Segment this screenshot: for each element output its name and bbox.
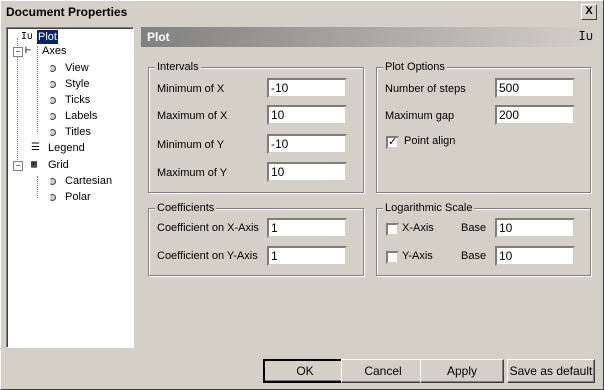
tree-item-style[interactable]: Style [49,77,90,91]
max-x-label: Maximum of X [157,110,228,122]
cancel-button[interactable]: Cancel [341,359,425,383]
tree-item-label: Plot [37,30,58,44]
min-y-input[interactable]: -10 [267,134,347,154]
gap-input[interactable]: 200 [495,105,575,125]
tree-item-label: View [65,62,89,74]
coef-y-label: Coefficient on Y-Axis [157,250,258,262]
group-title: Plot Options [383,61,447,73]
tree-item-label: Titles [65,126,91,138]
tree-item-label: Cartesian [65,175,113,187]
tree-item-label: Labels [65,110,98,122]
tree-item-label: Style [65,78,90,90]
coef-y-input[interactable]: 1 [267,246,347,266]
collapse-axes-icon[interactable]: − [13,47,23,57]
log-y-base-input[interactable]: 10 [495,246,575,266]
leaf-bullet-icon [49,128,56,136]
tree-item-polar[interactable]: Polar [49,190,92,204]
tree-item-legend[interactable]: ☰ Legend [31,141,86,155]
intervals-group: Intervals Minimum of X -10 Maximum of X … [148,61,364,193]
point-align-label: Point align [404,135,456,147]
tree-item-ticks[interactable]: Ticks [49,93,91,107]
tree-item-axes[interactable]: ⊢ Axes [25,44,67,58]
apply-button[interactable]: Apply [420,359,504,383]
title-bar[interactable]: Document Properties X [3,3,601,21]
ok-button[interactable]: OK [263,359,347,383]
min-y-label: Minimum of Y [157,139,225,151]
plot-icon: I∪ [21,31,34,42]
tree-item-label: Legend [48,142,85,154]
log-y-checkbox[interactable] [386,251,399,264]
leaf-bullet-icon [49,112,56,120]
min-x-label: Minimum of X [157,83,225,95]
tree-line [37,46,38,132]
tree-item-grid[interactable]: ▦ Grid [31,158,70,172]
legend-icon: ☰ [31,142,40,153]
group-title: Logarithmic Scale [383,202,475,214]
max-x-input[interactable]: 10 [267,105,347,125]
log-x-base-input[interactable]: 10 [495,218,575,238]
leaf-bullet-icon [49,177,56,185]
gap-label: Maximum gap [385,110,455,122]
tree-item-labels[interactable]: Labels [49,109,98,123]
tree-item-cartesian[interactable]: Cartesian [49,174,113,188]
properties-tree[interactable]: I∪ Plot − ⊢ Axes View Style Ticks Labels… [6,27,134,348]
tree-line [37,176,38,198]
tree-line [17,38,18,166]
leaf-bullet-icon [49,96,56,104]
plot-options-group: Plot Options Number of steps 500 Maximum… [376,61,591,193]
log-y-label: Y-Axis [402,250,433,262]
tree-item-plot[interactable]: I∪ Plot [21,30,58,44]
leaf-bullet-icon [49,80,56,88]
tree-item-label: Grid [48,159,69,171]
steps-label: Number of steps [385,83,466,95]
window-title: Document Properties [6,5,128,19]
log-y-base-label: Base [461,250,487,262]
min-x-input[interactable]: -10 [267,78,347,98]
coef-x-label: Coefficient on X-Axis [157,222,259,234]
steps-input[interactable]: 500 [495,78,575,98]
save-as-default-button[interactable]: Save as default [507,359,595,383]
axes-icon: ⊢ [25,45,32,56]
coefficients-group: Coefficients Coefficient on X-Axis 1 Coe… [148,202,364,276]
log-scale-group: Logarithmic Scale X-Axis Base 10 Y-Axis … [376,202,591,276]
leaf-bullet-icon [49,64,56,72]
group-title: Coefficients [155,202,217,214]
collapse-grid-icon[interactable]: − [13,161,23,171]
log-x-checkbox[interactable] [386,223,399,236]
point-align-checkbox[interactable]: ✓ [386,136,399,149]
tree-item-label: Polar [65,191,91,203]
leaf-bullet-icon [49,193,56,201]
panel-title: Plot [147,30,170,44]
tree-item-label: Axes [42,45,67,57]
max-y-input[interactable]: 10 [267,162,347,182]
log-x-base-label: Base [461,222,487,234]
grid-icon: ▦ [31,159,38,170]
document-properties-dialog: Document Properties X I∪ Plot − ⊢ Axes V… [0,0,604,390]
panel-header: Plot I∪ [141,27,599,47]
tree-item-label: Ticks [65,94,91,106]
plot-icon: I∪ [578,29,593,43]
group-title: Intervals [155,61,201,73]
log-x-label: X-Axis [402,222,434,234]
max-y-label: Maximum of Y [157,167,228,179]
tree-item-titles[interactable]: Titles [49,125,92,139]
close-button[interactable]: X [581,4,597,20]
tree-item-view[interactable]: View [49,61,90,75]
coef-x-input[interactable]: 1 [267,218,347,238]
